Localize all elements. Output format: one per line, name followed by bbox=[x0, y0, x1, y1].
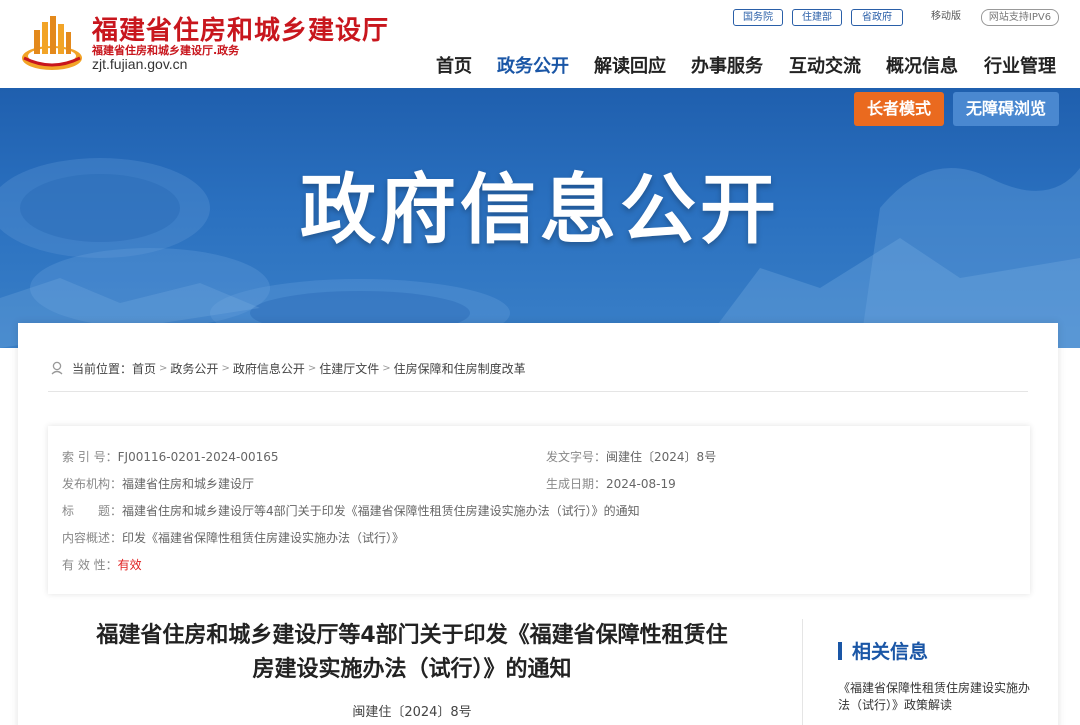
breadcrumb-separator-icon: > bbox=[159, 362, 168, 374]
related-info-title: 相关信息 bbox=[852, 641, 929, 663]
breadcrumb-gov-info[interactable]: 政府信息公开 bbox=[233, 360, 305, 377]
breadcrumb-divider bbox=[48, 391, 1028, 392]
top-links: 国务院 住建部 省政府 移动版 网站支持IPV6 bbox=[0, 9, 1080, 27]
elder-mode-button[interactable]: 长者模式 bbox=[854, 92, 944, 126]
breadcrumb-home[interactable]: 首页 bbox=[132, 360, 156, 377]
heading-bar-icon bbox=[838, 641, 842, 660]
nav-item-interpretation[interactable]: 解读回应 bbox=[594, 52, 666, 78]
meta-docno-label: 发文字号： bbox=[546, 450, 607, 464]
meta-validity-row: 有 效 性：有效 bbox=[62, 556, 142, 573]
meta-date-label: 生成日期： bbox=[546, 477, 607, 491]
meta-publisher-label: 发布机构： bbox=[62, 477, 123, 491]
breadcrumb: 当前位置： 首页 > 政务公开 > 政府信息公开 > 住建厅文件 > 住房保障和… bbox=[50, 359, 526, 377]
nav-item-services[interactable]: 办事服务 bbox=[691, 52, 763, 78]
meta-title-row: 标 题：福建省住房和城乡建设厅等4部门关于印发《福建省保障性租赁住房建设实施办法… bbox=[62, 502, 640, 519]
breadcrumb-dept-docs[interactable]: 住建厅文件 bbox=[319, 360, 379, 377]
content-card: 当前位置： 首页 > 政务公开 > 政府信息公开 > 住建厅文件 > 住房保障和… bbox=[18, 323, 1058, 725]
top-link-state-council[interactable]: 国务院 bbox=[733, 9, 783, 26]
nav-item-gov-affairs[interactable]: 政务公开 bbox=[497, 52, 569, 78]
meta-title-label: 标 题： bbox=[62, 504, 123, 518]
meta-validity-label: 有 效 性： bbox=[62, 558, 118, 572]
meta-index-label: 索 引 号： bbox=[62, 450, 118, 464]
document-number: 闽建住〔2024〕8号 bbox=[352, 705, 472, 720]
related-policy-link[interactable]: 《福建省保障性租赁住房建设实施办法（试行）》政策解读 bbox=[838, 680, 1038, 714]
meta-publisher-value: 福建省住房和城乡建设厅 bbox=[122, 477, 255, 491]
top-link-mohurd[interactable]: 住建部 bbox=[792, 9, 842, 26]
breadcrumb-housing-reform[interactable]: 住房保障和住房制度改革 bbox=[394, 360, 526, 377]
meta-publisher-row: 发布机构：福建省住房和城乡建设厅 bbox=[62, 475, 254, 492]
breadcrumb-separator-icon: > bbox=[221, 362, 230, 374]
meta-docno-row: 发文字号：闽建住〔2024〕8号 bbox=[546, 448, 716, 465]
breadcrumb-separator-icon: > bbox=[382, 362, 391, 374]
breadcrumb-prefix: 当前位置： bbox=[72, 361, 133, 376]
main-nav: 首页 政务公开 解读回应 办事服务 互动交流 概况信息 行业管理 bbox=[0, 52, 1080, 80]
meta-date-value: 2024-08-19 bbox=[606, 477, 676, 491]
breadcrumb-separator-icon: > bbox=[307, 362, 317, 374]
mobile-version-link[interactable]: 移动版 bbox=[924, 9, 968, 26]
top-link-province-gov[interactable]: 省政府 bbox=[851, 9, 903, 26]
document-title-line-2: 房建设实施办法（试行）》的通知 bbox=[252, 657, 572, 682]
ipv6-badge: 网站支持IPV6 bbox=[981, 9, 1059, 26]
meta-summary-value: 印发《福建省保障性租赁住房建设实施办法（试行）》 bbox=[122, 531, 405, 545]
meta-docno-value: 闽建住〔2024〕8号 bbox=[606, 450, 717, 464]
nav-item-interaction[interactable]: 互动交流 bbox=[789, 52, 861, 78]
document-metadata: 索 引 号：FJ00116-0201-2024-00165 发文字号：闽建住〔2… bbox=[48, 426, 1030, 594]
related-info-heading: 相关信息 bbox=[838, 637, 928, 664]
breadcrumb-gov-affairs[interactable]: 政务公开 bbox=[170, 360, 218, 377]
document-title: 福建省住房和城乡建设厅等4部门关于印发《福建省保障性租赁住 房建设实施办法（试行… bbox=[42, 619, 782, 687]
meta-index-row: 索 引 号：FJ00116-0201-2024-00165 bbox=[62, 448, 279, 465]
nav-item-overview[interactable]: 概况信息 bbox=[886, 52, 958, 78]
meta-title-value: 福建省住房和城乡建设厅等4部门关于印发《福建省保障性租赁住房建设实施办法（试行）… bbox=[122, 504, 640, 518]
meta-summary-label: 内容概述： bbox=[62, 531, 123, 545]
banner-title: 政府信息公开 bbox=[300, 165, 780, 254]
nav-item-home[interactable]: 首页 bbox=[436, 52, 472, 78]
document-title-line-1: 福建省住房和城乡建设厅等4部门关于印发《福建省保障性租赁住 bbox=[96, 623, 728, 648]
site-header: 福建省住房和城乡建设厅 福建省住房和城乡建设厅.政务 zjt.fujian.go… bbox=[0, 0, 1080, 88]
location-pin-icon bbox=[51, 361, 63, 375]
meta-date-row: 生成日期：2024-08-19 bbox=[546, 475, 676, 492]
accessible-browse-button[interactable]: 无障碍浏览 bbox=[953, 92, 1059, 126]
nav-item-industry[interactable]: 行业管理 bbox=[984, 52, 1056, 78]
meta-validity-value: 有效 bbox=[117, 558, 142, 572]
meta-summary-row: 内容概述：印发《福建省保障性租赁住房建设实施办法（试行）》 bbox=[62, 529, 404, 546]
column-divider bbox=[802, 619, 803, 725]
hero-banner: 长者模式 无障碍浏览 政府信息公开 bbox=[0, 88, 1080, 348]
meta-index-value: FJ00116-0201-2024-00165 bbox=[117, 450, 279, 464]
